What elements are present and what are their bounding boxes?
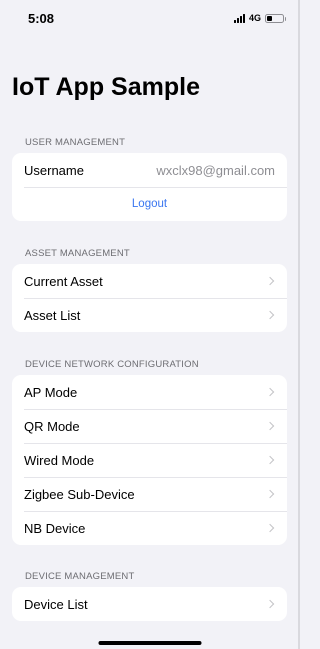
battery-icon bbox=[265, 13, 286, 23]
list-item-device-list[interactable]: Device List bbox=[12, 587, 287, 621]
section-header-user-management: USER MANAGEMENT bbox=[25, 137, 126, 148]
chevron-right-icon bbox=[265, 599, 275, 609]
list-item-label: Zigbee Sub-Device bbox=[24, 486, 135, 502]
list-item-label: Current Asset bbox=[24, 273, 103, 289]
list-item-label: AP Mode bbox=[24, 384, 78, 400]
device-management-card: Device List bbox=[12, 587, 287, 621]
network-type: 4G bbox=[248, 13, 261, 23]
list-item-asset-list[interactable]: Asset List bbox=[12, 298, 287, 332]
scroll-edge bbox=[298, 0, 300, 649]
list-item-label: Wired Mode bbox=[24, 452, 95, 468]
status-indicators: 4G bbox=[233, 13, 286, 23]
chevron-right-icon bbox=[265, 310, 275, 320]
list-item-ap-mode[interactable]: AP Mode bbox=[12, 375, 287, 409]
list-item-wired-mode[interactable]: Wired Mode bbox=[12, 443, 287, 477]
chevron-right-icon bbox=[265, 489, 275, 499]
section-header-device-network: DEVICE NETWORK CONFIGURATION bbox=[25, 359, 199, 370]
status-bar: 5:08 4G bbox=[0, 0, 300, 38]
user-management-card: Username wxclx98@gmail.com Logout bbox=[12, 153, 287, 221]
section-header-asset-management: ASSET MANAGEMENT bbox=[25, 248, 130, 259]
asset-management-card: Current Asset Asset List bbox=[12, 264, 287, 332]
list-item-label: QR Mode bbox=[24, 418, 80, 434]
device-network-card: AP Mode QR Mode Wired Mode Zigbee Sub-De… bbox=[12, 375, 287, 545]
list-item-current-asset[interactable]: Current Asset bbox=[12, 264, 287, 298]
chevron-right-icon bbox=[265, 387, 275, 397]
list-item-label: NB Device bbox=[24, 520, 86, 536]
cellular-signal-icon bbox=[233, 13, 245, 23]
username-value: wxclx98@gmail.com bbox=[156, 162, 275, 178]
status-time: 5:08 bbox=[28, 11, 55, 26]
chevron-right-icon bbox=[265, 523, 275, 533]
list-item-label: Asset List bbox=[24, 307, 81, 323]
home-indicator[interactable] bbox=[98, 641, 202, 645]
username-row: Username wxclx98@gmail.com bbox=[12, 153, 287, 187]
chevron-right-icon bbox=[265, 455, 275, 465]
battery-fill bbox=[267, 15, 273, 21]
list-item-label: Device List bbox=[24, 596, 88, 612]
list-item-qr-mode[interactable]: QR Mode bbox=[12, 409, 287, 443]
section-header-device-management: DEVICE MANAGEMENT bbox=[25, 571, 135, 582]
list-item-nb-device[interactable]: NB Device bbox=[12, 511, 287, 545]
logout-button[interactable]: Logout bbox=[132, 198, 167, 210]
username-label: Username bbox=[24, 162, 84, 178]
chevron-right-icon bbox=[265, 421, 275, 431]
chevron-right-icon bbox=[265, 276, 275, 286]
page-title: IoT App Sample bbox=[12, 73, 200, 101]
list-item-zigbee-sub-device[interactable]: Zigbee Sub-Device bbox=[12, 477, 287, 511]
logout-row[interactable]: Logout bbox=[12, 187, 287, 221]
